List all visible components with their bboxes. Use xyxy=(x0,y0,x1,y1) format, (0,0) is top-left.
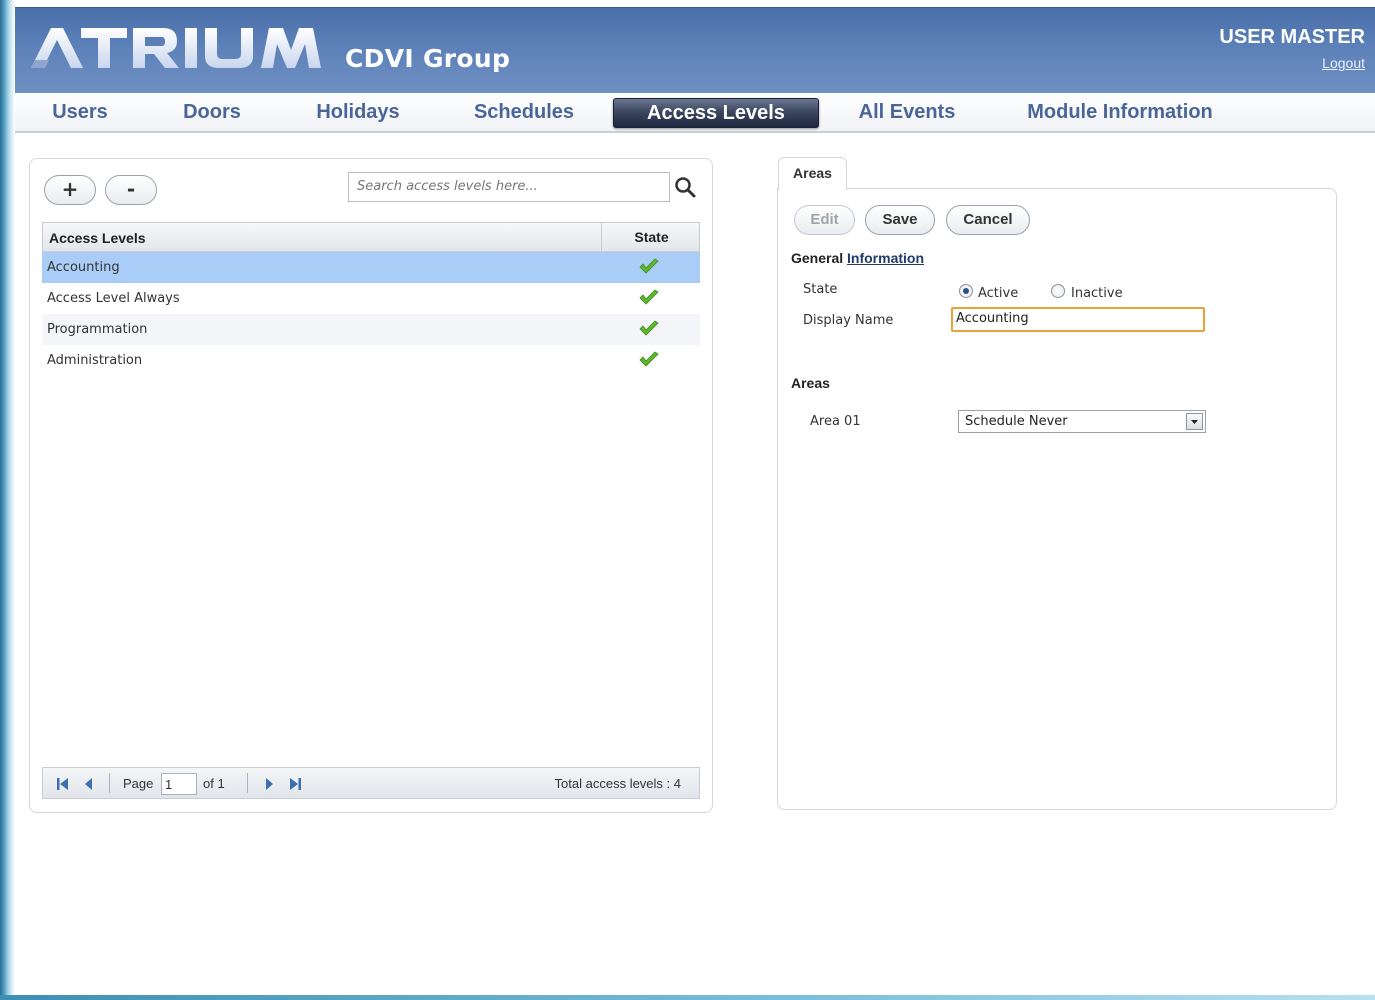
nav-tab-holidays[interactable]: Holidays xyxy=(308,98,408,128)
remove-access-level-button[interactable]: - xyxy=(105,175,157,205)
page-label: Page xyxy=(123,776,154,791)
access-level-name: Accounting xyxy=(47,260,120,275)
general-heading-word: General xyxy=(791,250,844,266)
total-access-levels-label: Total access levels : 4 xyxy=(554,776,681,791)
state-inactive-label[interactable]: Inactive xyxy=(1071,286,1123,301)
area-01-schedule-select[interactable]: Schedule Never xyxy=(958,410,1206,433)
next-page-icon[interactable] xyxy=(261,776,277,792)
area-01-schedule-value: Schedule Never xyxy=(965,414,1068,429)
access-level-name: Administration xyxy=(47,353,143,368)
access-level-name: Access Level Always xyxy=(47,291,180,306)
state-label: State xyxy=(803,282,838,297)
search-input[interactable]: Search access levels here... xyxy=(348,172,670,202)
window-bottom-edge xyxy=(0,995,1375,1000)
state-active-radio[interactable] xyxy=(959,284,973,298)
dropdown-arrow-icon[interactable] xyxy=(1186,413,1203,430)
area-01-label: Area 01 xyxy=(810,414,861,429)
atrium-logo xyxy=(31,28,321,68)
table-row[interactable]: Administration xyxy=(42,345,700,376)
access-levels-table: Access Levels State Accounting Access Lev… xyxy=(42,222,700,376)
state-active-check-icon xyxy=(639,289,659,305)
state-active-check-icon xyxy=(639,351,659,367)
column-header-state[interactable]: State xyxy=(601,223,701,251)
table-row[interactable]: Accounting xyxy=(42,252,700,283)
window-left-edge xyxy=(0,0,15,1000)
previous-page-icon[interactable] xyxy=(81,776,97,792)
table-body: Accounting Access Level Always Programmati… xyxy=(42,252,700,376)
logout-link[interactable]: Logout xyxy=(1322,55,1365,71)
add-access-level-button[interactable]: + xyxy=(44,175,96,205)
search-icon[interactable] xyxy=(670,172,700,202)
state-active-check-icon xyxy=(639,320,659,336)
access-levels-list-panel: + - Search access levels here... Access … xyxy=(29,158,713,813)
company-name: CDVI Group xyxy=(345,44,511,73)
areas-heading: Areas xyxy=(791,375,830,391)
nav-tab-users[interactable]: Users xyxy=(45,98,115,128)
nav-tab-module-information[interactable]: Module Information xyxy=(1020,98,1220,128)
nav-tab-doors[interactable]: Doors xyxy=(175,98,249,128)
information-heading-word: Information xyxy=(847,250,925,266)
save-button[interactable]: Save xyxy=(865,205,935,235)
header-bar: CDVI Group USER MASTER Logout xyxy=(15,7,1375,93)
table-row[interactable]: Programmation xyxy=(42,314,700,345)
nav-tab-all-events[interactable]: All Events xyxy=(851,98,963,128)
page-count-label: of 1 xyxy=(203,776,225,791)
first-page-icon[interactable] xyxy=(55,776,71,792)
main-nav: Users Doors Holidays Schedules Access Le… xyxy=(15,93,1375,133)
state-active-check-icon xyxy=(639,258,659,274)
last-page-icon[interactable] xyxy=(287,776,303,792)
edit-button[interactable]: Edit xyxy=(794,205,855,235)
nav-tab-schedules[interactable]: Schedules xyxy=(467,98,581,128)
table-row[interactable]: Access Level Always xyxy=(42,283,700,314)
display-name-label: Display Name xyxy=(803,313,894,328)
app-window: CDVI Group USER MASTER Logout Users Door… xyxy=(0,0,1375,1000)
page-number-input[interactable]: 1 xyxy=(161,773,197,795)
pagination-bar: Page 1 of 1 Total access levels : 4 xyxy=(42,767,700,799)
current-user-name: USER MASTER xyxy=(1219,26,1365,48)
access-level-name: Programmation xyxy=(47,322,148,337)
pager-divider xyxy=(109,773,110,793)
tab-areas[interactable]: Areas xyxy=(778,157,847,190)
state-active-label[interactable]: Active xyxy=(978,286,1018,301)
pager-divider xyxy=(247,773,248,793)
column-header-access-levels[interactable]: Access Levels xyxy=(49,230,146,246)
display-name-field[interactable]: Accounting xyxy=(951,307,1205,332)
state-inactive-radio[interactable] xyxy=(1051,284,1065,298)
table-header: Access Levels State xyxy=(42,222,700,252)
cancel-button[interactable]: Cancel xyxy=(946,205,1030,235)
access-level-detail-panel: Edit Save Cancel General Information Sta… xyxy=(777,188,1337,810)
nav-tab-access-levels[interactable]: Access Levels xyxy=(613,98,819,128)
general-information-heading: General Information xyxy=(791,250,924,266)
